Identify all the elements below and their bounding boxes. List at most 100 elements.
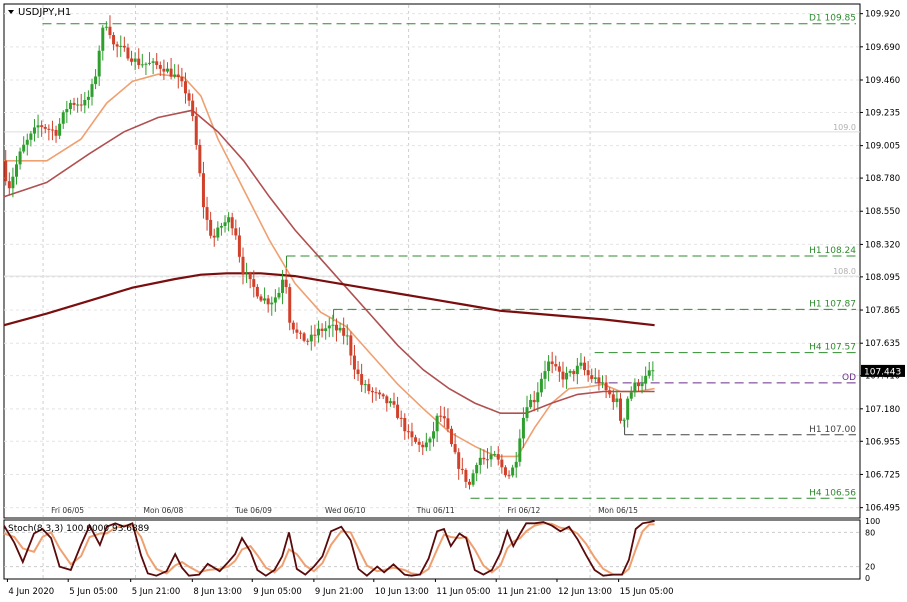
candle-body	[590, 375, 594, 379]
oscillator-level-label: 20	[865, 563, 875, 572]
candle-body	[94, 76, 98, 85]
candle-body	[29, 133, 33, 140]
day-label: Wed 06/10	[325, 506, 366, 515]
sr-level-label: H1 108.24	[809, 246, 856, 256]
candle-body	[43, 126, 47, 129]
price-tick-label: 106.955	[865, 437, 900, 447]
candle-body	[36, 125, 40, 128]
candle-body	[263, 298, 267, 301]
candle-body	[277, 292, 281, 298]
candle-body	[601, 382, 605, 384]
candle-body	[611, 394, 615, 403]
price-tick-label: 109.690	[865, 43, 900, 53]
candle-body	[518, 438, 522, 462]
candle-body	[237, 235, 241, 257]
candle-body	[547, 361, 551, 372]
candle-body	[644, 375, 648, 384]
candle-body	[626, 398, 630, 420]
candle-body	[482, 457, 486, 460]
candle-body	[155, 61, 159, 66]
candle-body	[281, 279, 285, 293]
candle-body	[536, 392, 540, 403]
candle-body	[464, 469, 468, 482]
candle-body	[334, 324, 338, 331]
time-label: 5 Jun 05:00	[69, 587, 118, 597]
candle-body	[586, 370, 590, 376]
oscillator-level-label: 80	[865, 528, 875, 537]
candle-body	[493, 454, 497, 456]
candle-body	[83, 99, 87, 106]
candle-body	[370, 390, 374, 393]
candle-body	[112, 35, 116, 45]
time-label: 4 Jun 2020	[8, 587, 54, 597]
candle-body	[575, 365, 579, 375]
candle-body	[529, 399, 533, 408]
time-label: 9 Jun 05:00	[253, 587, 302, 597]
price-tick-label: 108.780	[865, 174, 900, 184]
symbol-header[interactable]: USDJPY,H1	[8, 7, 71, 18]
price-tick-label: 108.095	[865, 273, 900, 283]
candle-body	[50, 129, 54, 131]
candle-body	[399, 417, 403, 419]
candle-body	[76, 104, 80, 106]
candle-body	[137, 58, 141, 66]
chart-root: 109.0 108.0 D1 109.85 H1 108.24 H1 107.87 H4 …	[0, 0, 907, 602]
candle-body	[169, 68, 173, 77]
candle-body	[345, 335, 349, 337]
candle-body	[432, 431, 436, 439]
candle-body	[640, 383, 644, 387]
time-label: 5 Jun 21:00	[132, 587, 181, 597]
sr-level-label: H1 107.87	[809, 299, 856, 309]
candle-body	[313, 334, 317, 336]
candle-body	[385, 396, 389, 404]
candle-body	[403, 418, 407, 432]
candle-body	[410, 431, 414, 438]
candle-body	[435, 415, 439, 432]
candle-body	[629, 392, 633, 399]
candle-body	[485, 459, 489, 461]
candle-body	[130, 58, 134, 62]
candle-body	[636, 382, 640, 387]
candle-body	[457, 452, 461, 469]
candle-body	[54, 129, 58, 136]
candle-body	[421, 444, 425, 448]
price-tick-label: 107.635	[865, 339, 900, 349]
price-tick-label: 106.495	[865, 504, 900, 514]
day-label: Tue 06/09	[234, 506, 272, 515]
candle-body	[442, 416, 446, 419]
candle-body	[406, 431, 410, 433]
time-label: 8 Jun 13:00	[193, 587, 242, 597]
candle-body	[14, 164, 18, 177]
candle-body	[439, 415, 443, 417]
candle-body	[417, 441, 421, 445]
candle-body	[550, 361, 554, 365]
candle-body	[514, 461, 518, 468]
candle-body	[219, 225, 223, 228]
round-level-label: 108.0	[833, 267, 856, 276]
candle-body	[471, 473, 475, 485]
candle-body	[295, 329, 299, 333]
current-price-label: 107.443	[864, 367, 901, 377]
candle-body	[356, 369, 360, 375]
candle-body	[539, 378, 543, 393]
candle-body	[230, 217, 234, 229]
candle-body	[349, 335, 353, 356]
candle-body	[97, 50, 101, 77]
candle-body	[374, 392, 378, 394]
candle-body	[122, 45, 126, 48]
candle-body	[316, 328, 320, 336]
candle-body	[428, 438, 432, 443]
candle-body	[572, 370, 576, 375]
candle-body	[266, 298, 270, 305]
candle-body	[392, 401, 396, 405]
candle-body	[288, 287, 292, 323]
candle-body	[352, 355, 356, 370]
sr-level-label: H4 106.56	[809, 488, 856, 498]
candle-body	[148, 62, 152, 64]
candle-body	[299, 332, 303, 334]
candle-body	[608, 390, 612, 395]
candle-body	[565, 372, 569, 380]
candle-body	[245, 273, 249, 275]
candle-body	[227, 217, 231, 223]
candle-body	[11, 176, 15, 189]
